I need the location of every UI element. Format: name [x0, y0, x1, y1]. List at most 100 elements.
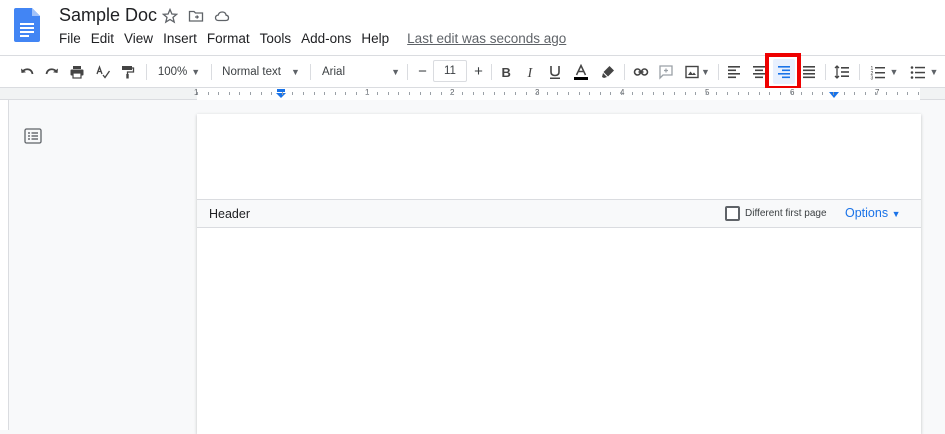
align-left-button[interactable] — [724, 56, 744, 87]
numbered-list-button[interactable]: 123 ▼ — [866, 56, 902, 87]
header-options-button[interactable]: Options ▼ — [845, 206, 901, 220]
text-color-button[interactable] — [570, 56, 592, 87]
separator — [718, 64, 719, 80]
font-select[interactable]: Arial ▼ — [318, 56, 404, 87]
document-page[interactable]: Header Different first page Options ▼ — [197, 114, 921, 434]
ruler-tick — [621, 92, 622, 95]
menu-file[interactable]: File — [59, 31, 81, 46]
spell-check-button[interactable] — [92, 56, 114, 87]
vertical-ruler[interactable] — [0, 100, 9, 430]
ruler-tick — [579, 92, 580, 95]
menu-bar: File Edit View Insert Format Tools Add-o… — [59, 31, 566, 46]
separator — [211, 64, 212, 80]
document-title[interactable]: Sample Doc — [59, 5, 157, 26]
ruler-tick — [398, 92, 399, 95]
paragraph-style-select[interactable]: Normal text ▼ — [218, 56, 304, 87]
bulleted-list-button[interactable]: ▼ — [906, 56, 942, 87]
ruler-tick — [886, 92, 887, 95]
svg-text:I: I — [527, 66, 534, 80]
ruler-tick — [250, 92, 251, 95]
ruler-tick — [441, 92, 442, 95]
chevron-down-icon: ▼ — [889, 66, 899, 77]
text-color-icon — [574, 63, 588, 80]
menu-help[interactable]: Help — [361, 31, 389, 46]
left-indent-marker-icon[interactable] — [276, 89, 286, 98]
ruler-tick — [526, 92, 527, 95]
add-comment-button[interactable] — [655, 56, 677, 87]
ruler-tick — [780, 92, 781, 95]
ruler-tick — [261, 92, 262, 95]
menu-tools[interactable]: Tools — [260, 31, 292, 46]
italic-button[interactable]: I — [521, 56, 541, 87]
image-icon — [685, 65, 699, 78]
ruler-tick — [420, 92, 421, 95]
different-first-page-checkbox[interactable] — [725, 206, 740, 221]
font-size-input[interactable]: 11 — [433, 60, 467, 82]
bulleted-list-icon — [910, 65, 925, 79]
ruler-tick — [504, 92, 505, 95]
link-icon — [633, 67, 649, 76]
italic-icon: I — [527, 66, 534, 80]
toolbar: 100% ▼ Normal text ▼ Arial ▼ − 11 + B I ▼ — [0, 55, 945, 88]
ruler-tick — [282, 92, 283, 95]
redo-button[interactable] — [41, 56, 63, 87]
underline-button[interactable] — [545, 56, 565, 87]
separator — [491, 64, 492, 80]
chevron-down-icon: ▼ — [191, 66, 201, 77]
right-indent-marker-icon[interactable] — [829, 92, 839, 98]
justify-button[interactable] — [799, 56, 819, 87]
insert-link-button[interactable] — [630, 56, 652, 87]
separator — [624, 64, 625, 80]
ruler-tick — [769, 92, 770, 95]
docs-logo-icon[interactable] — [14, 8, 40, 42]
chevron-down-icon: ▼ — [701, 66, 710, 77]
chevron-down-icon: ▼ — [929, 66, 939, 77]
ruler-tick — [292, 92, 293, 95]
ruler-tick — [218, 92, 219, 95]
undo-button[interactable] — [16, 56, 38, 87]
zoom-value: 100% — [157, 65, 188, 78]
ruler-tick — [483, 92, 484, 95]
horizontal-ruler[interactable]: 1 1 2 3 4 5 6 7 — [194, 88, 920, 100]
ruler-tick — [897, 92, 898, 95]
menu-view[interactable]: View — [124, 31, 153, 46]
menu-addons[interactable]: Add-ons — [301, 31, 351, 46]
ruler-tick — [324, 92, 325, 95]
highlight-color-button[interactable] — [597, 56, 619, 87]
menu-edit[interactable]: Edit — [91, 31, 114, 46]
options-label: Options — [845, 206, 889, 220]
chevron-down-icon: ▼ — [290, 66, 300, 77]
line-spacing-button[interactable] — [831, 56, 853, 87]
move-to-folder-icon[interactable] — [188, 8, 204, 24]
bold-button[interactable]: B — [496, 56, 516, 87]
justify-icon — [803, 65, 815, 78]
ruler-tick — [748, 92, 749, 95]
last-edit-link[interactable]: Last edit was seconds ago — [407, 31, 566, 46]
zoom-select[interactable]: 100% ▼ — [152, 56, 206, 87]
decrease-font-size-button[interactable]: − — [413, 56, 432, 87]
paint-format-button[interactable] — [116, 56, 138, 87]
cloud-saved-icon[interactable] — [214, 8, 230, 24]
print-button[interactable] — [66, 56, 88, 87]
ruler-tick — [239, 92, 240, 95]
increase-font-size-button[interactable]: + — [469, 56, 488, 87]
ruler-tick — [388, 92, 389, 95]
menu-format[interactable]: Format — [207, 31, 250, 46]
ruler-tick — [356, 92, 357, 95]
ruler-tick — [822, 92, 823, 95]
menu-insert[interactable]: Insert — [163, 31, 197, 46]
ruler-tick — [738, 92, 739, 95]
ruler-tick — [335, 92, 336, 95]
chevron-down-icon: ▼ — [891, 209, 901, 219]
insert-image-button[interactable]: ▼ — [680, 56, 714, 87]
highlighter-icon — [602, 65, 614, 78]
ruler-tick — [706, 92, 707, 95]
document-outline-icon[interactable] — [24, 128, 42, 144]
star-icon[interactable] — [162, 8, 178, 24]
ruler-tick — [345, 92, 346, 95]
ruler-tick — [907, 92, 908, 95]
different-first-page-label[interactable]: Different first page — [745, 208, 827, 219]
ruler-tick — [377, 92, 378, 95]
ruler-tick — [865, 92, 866, 95]
ruler-tick — [674, 92, 675, 95]
